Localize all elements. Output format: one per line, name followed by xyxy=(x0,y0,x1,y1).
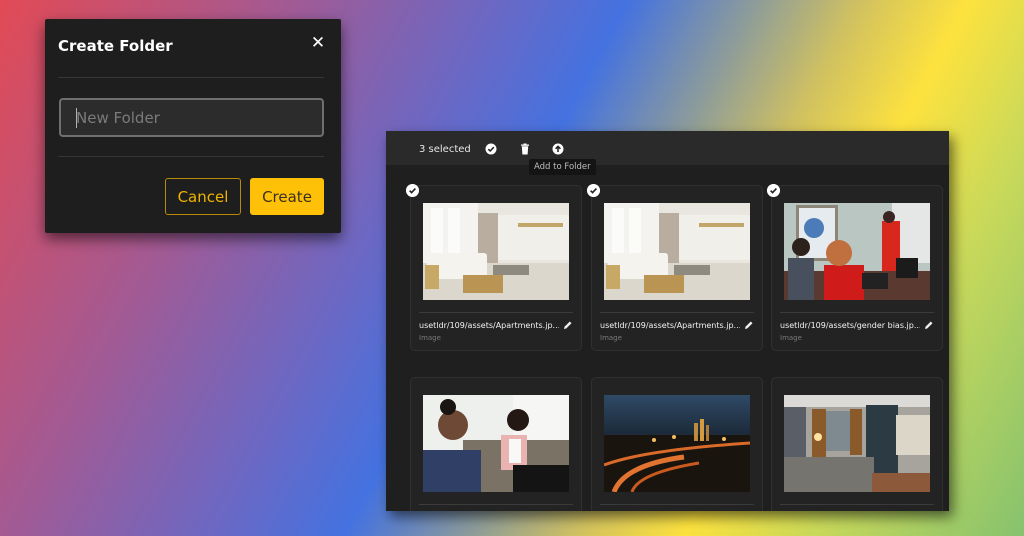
divider xyxy=(780,504,934,505)
close-icon[interactable]: ✕ xyxy=(310,34,326,52)
selection-toolbar: 3 selected Add to Folder xyxy=(386,131,949,175)
check-circle-icon[interactable] xyxy=(587,184,600,197)
trash-icon[interactable] xyxy=(519,143,531,155)
city-night-image xyxy=(604,395,750,492)
divider xyxy=(419,312,573,313)
asset-type: Image xyxy=(419,334,441,342)
asset-thumbnail[interactable] xyxy=(604,203,750,300)
divider xyxy=(58,77,324,78)
folder-name-input[interactable] xyxy=(59,98,324,137)
bedroom-image xyxy=(784,395,930,492)
pencil-icon[interactable] xyxy=(924,320,934,330)
asset-card[interactable]: usetldr/109/assets/gender bias.jp... Ima… xyxy=(767,184,943,351)
asset-card[interactable] xyxy=(410,377,582,511)
asset-card[interactable]: usetldr/109/assets/Apartments.jp... Imag… xyxy=(406,184,582,351)
create-button[interactable]: Create xyxy=(250,178,324,215)
asset-thumbnail[interactable] xyxy=(423,395,569,492)
check-circle-icon[interactable] xyxy=(767,184,780,197)
living-room-image xyxy=(604,203,750,300)
asset-type: Image xyxy=(780,334,802,342)
divider xyxy=(58,156,324,157)
divider xyxy=(600,312,754,313)
selected-count: 3 selected xyxy=(419,144,471,155)
asset-card[interactable] xyxy=(771,377,943,511)
check-circle-icon[interactable] xyxy=(406,184,419,197)
living-room-image xyxy=(423,203,569,300)
asset-thumbnail[interactable] xyxy=(784,395,930,492)
asset-card[interactable]: usetldr/109/assets/Apartments.jp... Imag… xyxy=(587,184,763,351)
asset-card[interactable] xyxy=(591,377,763,511)
asset-type: Image xyxy=(600,334,622,342)
two-women-couch-image xyxy=(423,395,569,492)
create-folder-dialog: Create Folder ✕ Cancel Create xyxy=(45,19,341,233)
text-caret xyxy=(76,108,77,128)
asset-thumbnail[interactable] xyxy=(784,203,930,300)
asset-thumbnail[interactable] xyxy=(604,395,750,492)
dialog-title: Create Folder xyxy=(58,37,173,55)
divider xyxy=(419,504,573,505)
add-to-folder-tooltip: Add to Folder xyxy=(529,159,596,175)
asset-thumbnail[interactable] xyxy=(423,203,569,300)
divider xyxy=(780,312,934,313)
asset-name: usetldr/109/assets/Apartments.jp... xyxy=(419,321,559,330)
asset-panel: 3 selected Add to Folder usetldr/109/ass… xyxy=(386,131,949,511)
cancel-button[interactable]: Cancel xyxy=(165,178,241,215)
asset-name: usetldr/109/assets/Apartments.jp... xyxy=(600,321,740,330)
pencil-icon[interactable] xyxy=(563,320,573,330)
divider xyxy=(600,504,754,505)
office-meeting-image xyxy=(784,203,930,300)
asset-name: usetldr/109/assets/gender bias.jp... xyxy=(780,321,920,330)
pencil-icon[interactable] xyxy=(744,320,754,330)
check-circle-icon[interactable] xyxy=(485,143,497,155)
upload-icon[interactable] xyxy=(552,143,564,155)
